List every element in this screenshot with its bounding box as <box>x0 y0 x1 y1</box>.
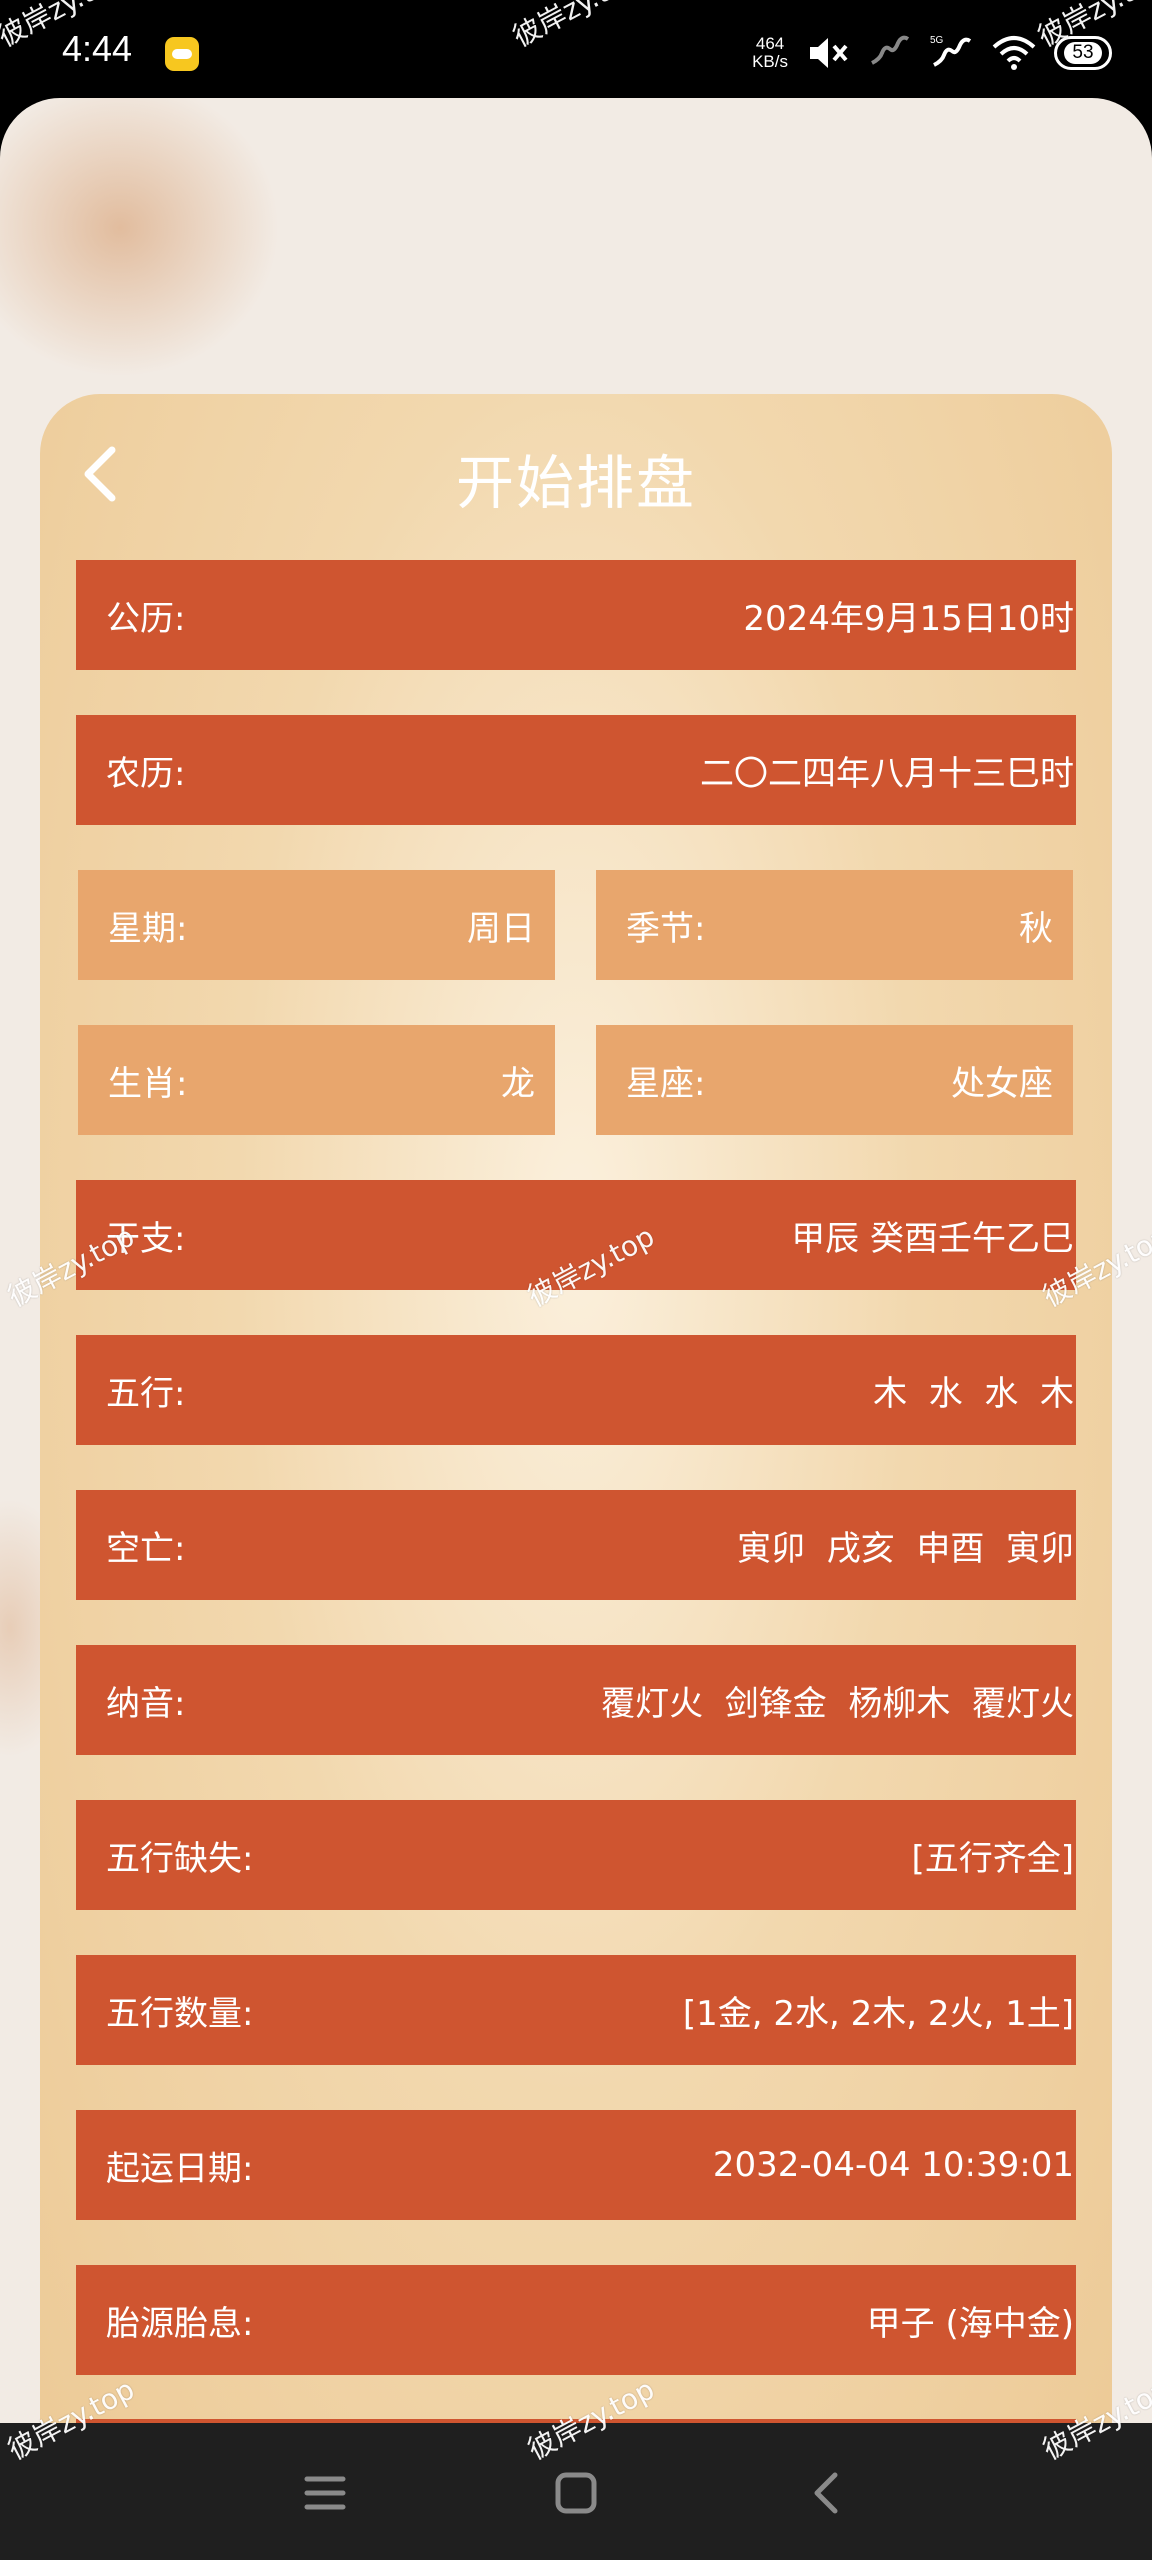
row-label: 星座: <box>626 1063 706 1104</box>
row-label: 纳音: <box>106 1683 186 1724</box>
row-value: 寅卯 戌亥 申酉 寅卯 <box>737 1528 1074 1569</box>
5g-signal-icon: 5G <box>930 35 972 67</box>
row-nayin: 纳音: 覆灯火 剑锋金 杨柳木 覆灯火 <box>76 1645 1076 1755</box>
row-value: 秋 <box>1019 908 1053 949</box>
battery-level: 53 <box>1064 42 1102 64</box>
row-value: 2024年9月15日10时 <box>743 598 1074 639</box>
row-value: [五行齐全] <box>911 1838 1074 1879</box>
row-shengxiao: 生肖: 龙 <box>78 1025 555 1135</box>
row-value: 木 水 水 木 <box>873 1373 1074 1414</box>
status-time: 4:44 <box>62 28 133 69</box>
row-jijie: 季节: 秋 <box>596 870 1073 980</box>
row-kongwang: 空亡: 寅卯 戌亥 申酉 寅卯 <box>76 1490 1076 1600</box>
signal-icon <box>871 35 910 65</box>
row-label: 生肖: <box>108 1063 188 1104</box>
wifi-icon <box>992 36 1036 70</box>
row-value: 2032-04-04 10:39:01 <box>712 2145 1074 2185</box>
page-title: 开始排盘 <box>455 449 696 517</box>
network-speed: 464 KB/s <box>752 35 788 71</box>
result-card: 开始排盘 公历: 2024年9月15日10时 农历: 二〇二四年八月十三巳时 星… <box>40 394 1112 2423</box>
row-label: 季节: <box>626 908 706 949</box>
svg-text:5G: 5G <box>930 35 944 46</box>
row-label: 五行缺失: <box>106 1838 254 1879</box>
network-speed-value: 464 <box>755 34 785 53</box>
home-square-icon[interactable] <box>546 2463 606 2523</box>
row-value: 二〇二四年八月十三巳时 <box>700 753 1074 794</box>
row-taiyuan: 胎源胎息: 甲子 (海中金) <box>76 2265 1076 2375</box>
row-value: 甲辰 癸酉壬午乙巳 <box>791 1218 1074 1259</box>
watercolor-stain-decoration <box>0 98 280 378</box>
row-value: 周日 <box>467 908 535 949</box>
row-gongli: 公历: 2024年9月15日10时 <box>76 560 1076 670</box>
back-chevron-icon[interactable] <box>797 2463 857 2523</box>
row-value: 龙 <box>501 1063 535 1104</box>
row-wuxing-shuliang: 五行数量: [1金, 2水, 2木, 2火, 1土] <box>76 1955 1076 2065</box>
row-xingzuo: 星座: 处女座 <box>596 1025 1073 1135</box>
row-qiyun: 起运日期: 2032-04-04 10:39:01 <box>76 2110 1076 2220</box>
row-wuxing: 五行: 木 水 水 木 <box>76 1335 1076 1445</box>
row-wuxing-queshi: 五行缺失: [五行齐全] <box>76 1800 1076 1910</box>
row-label: 五行: <box>106 1373 186 1414</box>
row-label: 胎源胎息: <box>106 2303 254 2344</box>
mute-icon <box>810 38 848 68</box>
row-label: 五行数量: <box>106 1993 254 2034</box>
network-speed-unit: KB/s <box>752 52 788 71</box>
row-value: 处女座 <box>951 1063 1053 1104</box>
row-xingqi: 星期: 周日 <box>78 870 555 980</box>
row-nongli: 农历: 二〇二四年八月十三巳时 <box>76 715 1076 825</box>
row-label: 空亡: <box>106 1528 186 1569</box>
row-label: 公历: <box>106 598 186 639</box>
menu-icon[interactable] <box>295 2463 355 2523</box>
row-label: 农历: <box>106 753 186 794</box>
row-value: 甲子 (海中金) <box>866 2303 1074 2344</box>
system-nav-bar: 彼岸zy.top 彼岸zy.top 彼岸zy.top <box>0 2373 1152 2560</box>
row-label: 星期: <box>108 908 188 949</box>
notification-app-icon <box>165 37 199 71</box>
row-value: 覆灯火 剑锋金 杨柳木 覆灯火 <box>601 1683 1074 1724</box>
row-value: [1金, 2水, 2木, 2火, 1土] <box>682 1993 1074 2034</box>
row-label: 起运日期: <box>106 2148 254 2189</box>
